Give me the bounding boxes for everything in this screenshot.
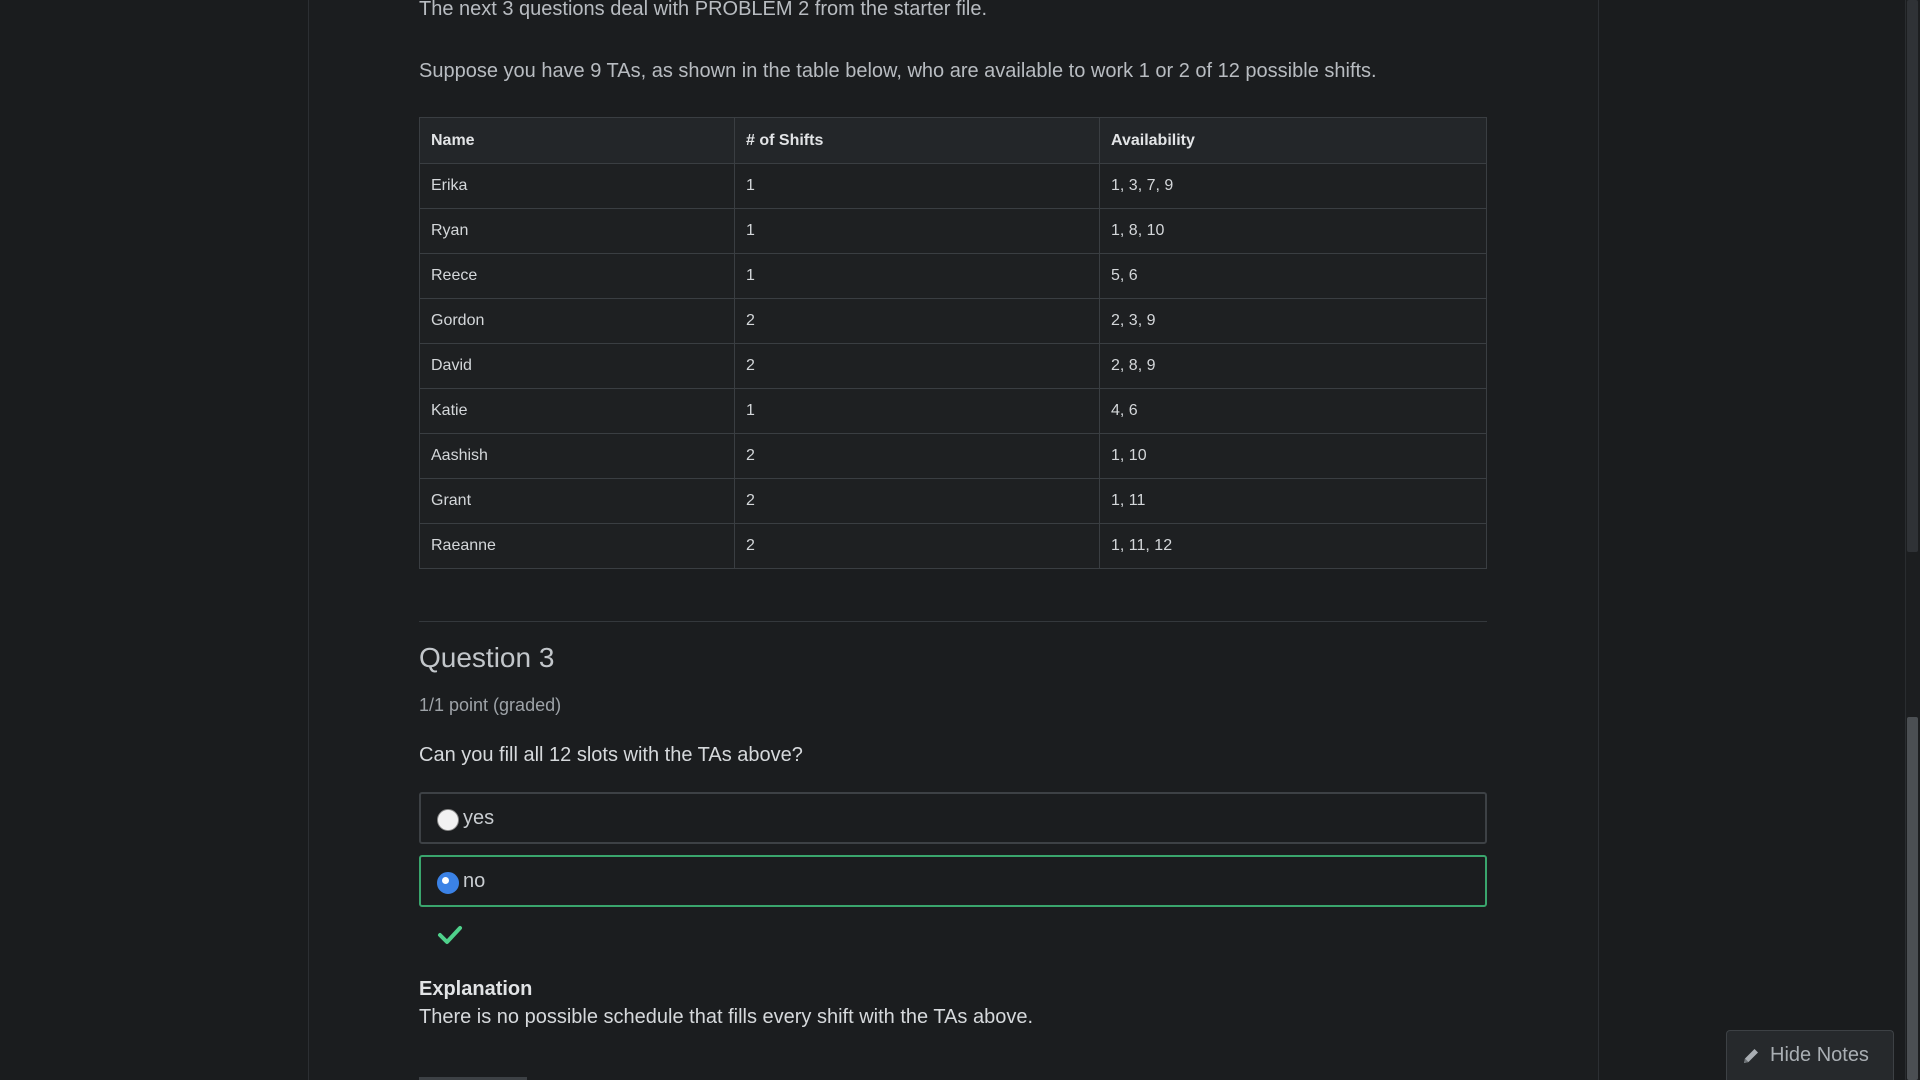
ta-shifts: 2 — [734, 523, 1100, 569]
ta-name: David — [419, 343, 735, 389]
ta-shifts: 1 — [734, 253, 1100, 299]
radio-button-no[interactable] — [437, 872, 459, 894]
ta-name: Reece — [419, 253, 735, 299]
answer-option-yes[interactable]: yes — [419, 792, 1487, 844]
question-title: Question 3 — [419, 642, 555, 673]
ta-availability: 4, 6 — [1099, 388, 1487, 434]
radio-button-yes[interactable] — [437, 809, 459, 831]
table-row: Erika 1 1, 3, 7, 9 — [419, 163, 1487, 209]
ta-availability-table: Name # of Shifts Availability Erika 1 1,… — [419, 117, 1487, 569]
checkmark-icon — [438, 926, 462, 944]
ta-availability: 2, 3, 9 — [1099, 298, 1487, 344]
ta-name: Raeanne — [419, 523, 735, 569]
answer-option-label: no — [463, 869, 486, 892]
ta-shifts: 1 — [734, 163, 1100, 209]
ta-shifts: 2 — [734, 478, 1100, 524]
ta-availability: 5, 6 — [1099, 253, 1487, 299]
table-header-name: Name — [419, 117, 735, 164]
ta-shifts: 1 — [734, 388, 1100, 434]
table-row: Gordon 2 2, 3, 9 — [419, 298, 1487, 344]
ta-name: Grant — [419, 478, 735, 524]
ta-name: Aashish — [419, 433, 735, 479]
table-header-row: Name # of Shifts Availability — [419, 117, 1487, 164]
table-header-availability: Availability — [1099, 117, 1487, 164]
section-divider — [419, 621, 1487, 622]
ta-shifts: 1 — [734, 208, 1100, 254]
ta-availability: 1, 10 — [1099, 433, 1487, 479]
course-content: The next 3 questions deal with PROBLEM 2… — [308, 0, 1599, 1080]
table-row: Raeanne 2 1, 11, 12 — [419, 523, 1487, 569]
ta-availability: 1, 11, 12 — [1099, 523, 1487, 569]
table-header-shifts: # of Shifts — [734, 117, 1100, 164]
ta-availability: 1, 8, 10 — [1099, 208, 1487, 254]
hide-notes-button[interactable]: Hide Notes — [1726, 1030, 1894, 1080]
ta-shifts: 2 — [734, 433, 1100, 479]
ta-name: Gordon — [419, 298, 735, 344]
table-row: Aashish 2 1, 10 — [419, 433, 1487, 479]
question-points: 1/1 point (graded) — [419, 695, 562, 715]
question-prompt: Can you fill all 12 slots with the TAs a… — [419, 744, 803, 766]
table-row: Grant 2 1, 11 — [419, 478, 1487, 524]
table-row: Reece 1 5, 6 — [419, 253, 1487, 299]
table-row: David 2 2, 8, 9 — [419, 343, 1487, 389]
ta-name: Katie — [419, 388, 735, 434]
ta-availability: 1, 3, 7, 9 — [1099, 163, 1487, 209]
ta-shifts: 2 — [734, 298, 1100, 344]
ta-availability: 1, 11 — [1099, 478, 1487, 524]
ta-name: Ryan — [419, 208, 735, 254]
scrollbar-thumb[interactable] — [1907, 717, 1918, 1080]
answer-option-no[interactable]: no — [419, 855, 1487, 907]
ta-name: Erika — [419, 163, 735, 209]
hide-notes-label: Hide Notes — [1770, 1044, 1869, 1066]
answer-option-label: yes — [463, 806, 495, 829]
explanation-title: Explanation — [419, 978, 533, 1000]
table-row: Ryan 1 1, 8, 10 — [419, 208, 1487, 254]
ta-shifts: 2 — [734, 343, 1100, 389]
ta-availability: 2, 8, 9 — [1099, 343, 1487, 389]
scrollbar-track-upper[interactable] — [1907, 0, 1918, 552]
pencil-icon — [1744, 1048, 1758, 1063]
table-row: Katie 1 4, 6 — [419, 388, 1487, 434]
page-scrollbar[interactable] — [1905, 0, 1920, 1080]
intro-text-1: The next 3 questions deal with PROBLEM 2… — [419, 0, 988, 20]
intro-text-2: Suppose you have 9 TAs, as shown in the … — [419, 60, 1377, 82]
page: The next 3 questions deal with PROBLEM 2… — [0, 0, 1920, 1080]
explanation-text: There is no possible schedule that fills… — [419, 1006, 1034, 1028]
